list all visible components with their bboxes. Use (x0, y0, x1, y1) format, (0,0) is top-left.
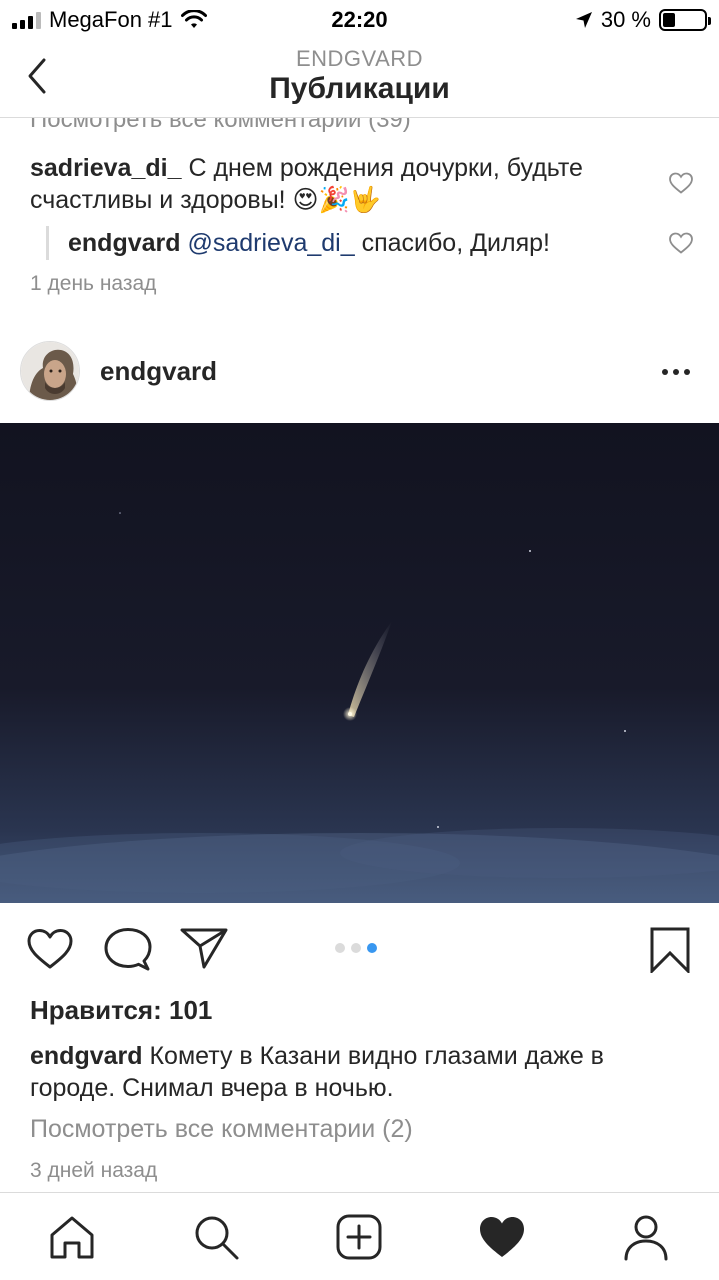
battery-percent: 30 % (600, 7, 651, 32)
view-all-comments-link[interactable]: Посмотреть все комментарии (2) (30, 1115, 413, 1144)
carousel-dot (335, 943, 345, 953)
location-arrow-icon (575, 12, 592, 28)
save-bookmark-icon[interactable] (650, 927, 690, 973)
header-username: ENDGVARD (295, 46, 424, 71)
reply-username[interactable]: endgvard (68, 229, 181, 257)
reply-like-heart-icon[interactable] (668, 231, 694, 255)
nav-header: ENDGVARD Публикации (0, 40, 719, 118)
likes-count[interactable]: Нравится: 101 (30, 995, 212, 1026)
previous-post-time: 1 день назад (30, 272, 157, 295)
more-options-icon[interactable] (658, 360, 694, 384)
comment-like-heart-icon[interactable] (668, 171, 694, 195)
avatar[interactable] (20, 341, 80, 401)
reply-text: спасибо, Диляр! (361, 229, 550, 257)
carousel-dot (351, 943, 361, 953)
comment-item: sadrieva_di_ С днем рождения дочурки, бу… (30, 152, 650, 216)
tab-bar (0, 1192, 719, 1280)
search-icon[interactable] (192, 1213, 240, 1261)
battery-fill (663, 13, 675, 27)
comet-night-sky-image (0, 423, 719, 903)
reply-item: endgvard @sadrieva_di_ спасибо, Диляр! (68, 227, 658, 259)
signal-strength-icon (12, 11, 41, 29)
like-heart-icon[interactable] (25, 927, 75, 971)
status-right: 30 % (575, 7, 711, 33)
comment-bubble-icon[interactable] (104, 927, 152, 973)
battery-icon (659, 9, 711, 31)
profile-icon[interactable] (622, 1213, 670, 1261)
new-post-icon[interactable] (335, 1213, 383, 1261)
reply-mention-link[interactable]: @sadrieva_di_ (187, 229, 354, 257)
share-paper-plane-icon[interactable] (180, 927, 228, 969)
status-bar: MegaFon #1 22:20 30 % (0, 0, 719, 40)
activity-heart-icon[interactable] (478, 1213, 526, 1261)
status-left: MegaFon #1 (12, 7, 207, 33)
caption-username[interactable]: endgvard (30, 1042, 143, 1070)
wifi-icon (180, 10, 207, 28)
reply-indent-bar (46, 226, 49, 260)
post-photo[interactable] (0, 423, 719, 903)
post-time: 3 дней назад (30, 1159, 158, 1182)
carousel-dot (367, 943, 377, 953)
home-icon[interactable] (48, 1213, 96, 1261)
page-title: Публикации (269, 72, 450, 105)
avatar-image (21, 342, 79, 400)
carousel-indicator (335, 943, 377, 953)
comment-username[interactable]: sadrieva_di_ (30, 154, 182, 182)
carrier-label: MegaFon #1 (49, 7, 173, 32)
post-caption: endgvard Комету в Казани видно глазами д… (30, 1040, 690, 1104)
post-username[interactable]: endgvard (100, 356, 217, 387)
